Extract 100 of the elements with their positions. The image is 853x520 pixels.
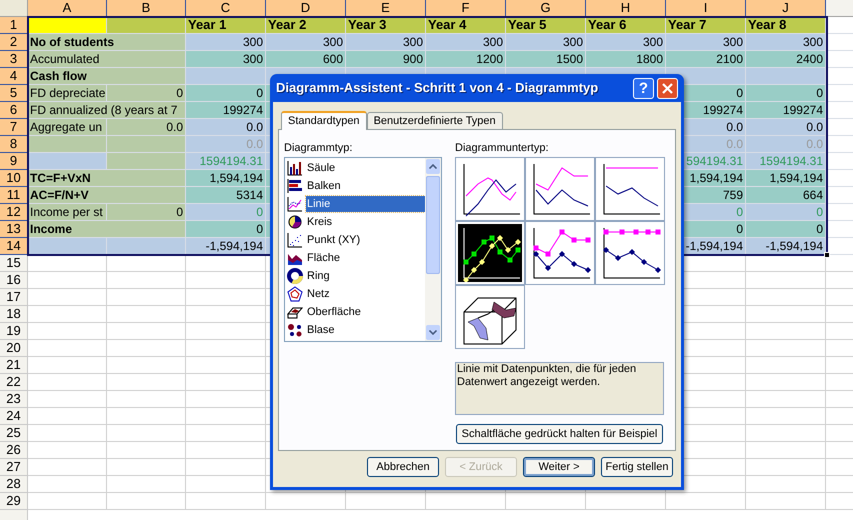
table-cell: 300 [746, 34, 826, 51]
table-cell: FD annualized (8 years at 7 [28, 102, 186, 119]
row-header[interactable]: 6 [0, 102, 28, 119]
chart-subtype-option[interactable] [525, 157, 595, 221]
row-header[interactable]: 22 [0, 374, 28, 391]
help-button[interactable]: ? [633, 78, 654, 98]
row-header[interactable]: 21 [0, 357, 28, 374]
column-header[interactable]: E [346, 0, 426, 17]
row-header[interactable]: 2 [0, 34, 28, 51]
table-cell: 0 [746, 204, 826, 221]
row-header[interactable]: 4 [0, 68, 28, 85]
scroll-down-button[interactable] [426, 325, 440, 340]
table-cell: 300 [586, 34, 666, 51]
tab[interactable]: Standardtypen [281, 111, 367, 130]
column-header[interactable]: C [186, 0, 266, 17]
row-header[interactable]: 8 [0, 136, 28, 153]
column-header[interactable]: F [426, 0, 506, 17]
list-item[interactable]: Fläche [306, 250, 425, 266]
chart-type-list[interactable]: Säule Balken Linie Kreis Punkt (XY) Fläche Ring Netz Oberfläche Blase [284, 157, 442, 342]
table-cell: 0.0 [107, 119, 186, 136]
scatter-chart-icon [287, 232, 303, 248]
table-cell: 1594194.31 [746, 153, 826, 170]
column-header[interactable]: J [746, 0, 826, 17]
table-cell: 300 [346, 34, 426, 51]
row-header[interactable]: 18 [0, 306, 28, 323]
table-cell: 300 [186, 51, 266, 68]
dialog-button[interactable]: Abbrechen [367, 457, 439, 477]
field-label: Diagrammtyp: [284, 141, 354, 156]
table-cell: 5314 [186, 187, 266, 204]
scroll-thumb[interactable] [426, 176, 440, 274]
row-header[interactable]: 23 [0, 391, 28, 408]
column-header[interactable]: A [28, 0, 107, 17]
row-header[interactable]: 13 [0, 221, 28, 238]
column-header[interactable]: D [266, 0, 346, 17]
row-header[interactable]: 19 [0, 323, 28, 340]
chart-subtype-option[interactable] [455, 221, 525, 285]
chart-subtype-option[interactable] [525, 221, 595, 285]
chart-subtype-option[interactable] [455, 285, 525, 349]
row-header[interactable]: 12 [0, 204, 28, 221]
fill-handle[interactable] [824, 252, 830, 258]
row-header[interactable]: 9 [0, 153, 28, 170]
chart-subtype-option[interactable] [595, 157, 665, 221]
list-item[interactable]: Kreis [306, 214, 425, 230]
tab[interactable]: Benutzerdefinierte Typen [366, 112, 503, 129]
table-cell: AC=F/N+V [28, 187, 186, 204]
row-header[interactable]: 15 [0, 255, 28, 272]
table-cell: Year 8 [746, 17, 826, 34]
caret-down-icon [429, 330, 437, 335]
row-header[interactable]: 11 [0, 187, 28, 204]
line-chart-icon [287, 196, 303, 212]
table-cell: 0 [186, 221, 266, 238]
preview-button[interactable]: Schaltfläche gedrückt halten für Beispiel [456, 424, 663, 444]
column-header[interactable]: I [666, 0, 746, 17]
row-header[interactable]: 5 [0, 85, 28, 102]
row-header[interactable]: 10 [0, 170, 28, 187]
table-cell: 300 [506, 34, 586, 51]
row-header[interactable]: 14 [0, 238, 28, 255]
list-item[interactable]: Säule [306, 160, 425, 176]
close-button[interactable] [657, 78, 678, 98]
table-cell: Year 3 [346, 17, 426, 34]
chart-subtype-option[interactable] [595, 221, 665, 285]
table-cell: Year 6 [586, 17, 666, 34]
row-header[interactable]: 27 [0, 459, 28, 476]
chart-subtype-option[interactable] [455, 157, 525, 221]
list-item[interactable]: Blase [306, 322, 425, 338]
line-chart-icon [458, 224, 522, 282]
list-item[interactable]: Oberfläche [306, 304, 425, 320]
table-cell: -1,594,194 [186, 238, 266, 255]
list-item[interactable]: Punkt (XY) [306, 232, 425, 248]
row-header[interactable]: 7 [0, 119, 28, 136]
row-header[interactable]: 28 [0, 476, 28, 493]
close-icon [662, 82, 673, 94]
column-header[interactable]: G [506, 0, 586, 17]
table-cell: FD depreciate [28, 85, 107, 102]
column-header[interactable]: H [586, 0, 666, 17]
list-item[interactable]: Linie [306, 196, 425, 212]
table-cell: 2400 [746, 51, 826, 68]
row-header[interactable]: 29 [0, 493, 28, 510]
scrollbar[interactable] [425, 158, 441, 341]
table-cell: 1,594,194 [746, 170, 826, 187]
row-header[interactable]: 24 [0, 408, 28, 425]
dialog-button[interactable]: Fertig stellen [601, 457, 673, 477]
table-cell: Year 5 [506, 17, 586, 34]
bubble-chart-icon [287, 322, 303, 338]
scroll-up-button[interactable] [426, 159, 440, 174]
list-item[interactable]: Balken [306, 178, 425, 194]
list-item[interactable]: Ring [306, 268, 425, 284]
row-header[interactable]: 16 [0, 272, 28, 289]
window-title: Diagramm-Assistent - Schritt 1 von 4 - Diagrammtyp [276, 79, 600, 98]
table-cell: 900 [346, 51, 426, 68]
dialog-button[interactable]: Weiter > [523, 457, 595, 477]
row-header[interactable]: 20 [0, 340, 28, 357]
row-header[interactable]: 1 [0, 17, 28, 34]
row-header[interactable]: 26 [0, 442, 28, 459]
column-header[interactable]: B [107, 0, 186, 17]
row-header[interactable]: 17 [0, 289, 28, 306]
table-cell: 664 [746, 187, 826, 204]
row-header[interactable]: 3 [0, 51, 28, 68]
row-header[interactable]: 25 [0, 425, 28, 442]
list-item[interactable]: Netz [306, 286, 425, 302]
